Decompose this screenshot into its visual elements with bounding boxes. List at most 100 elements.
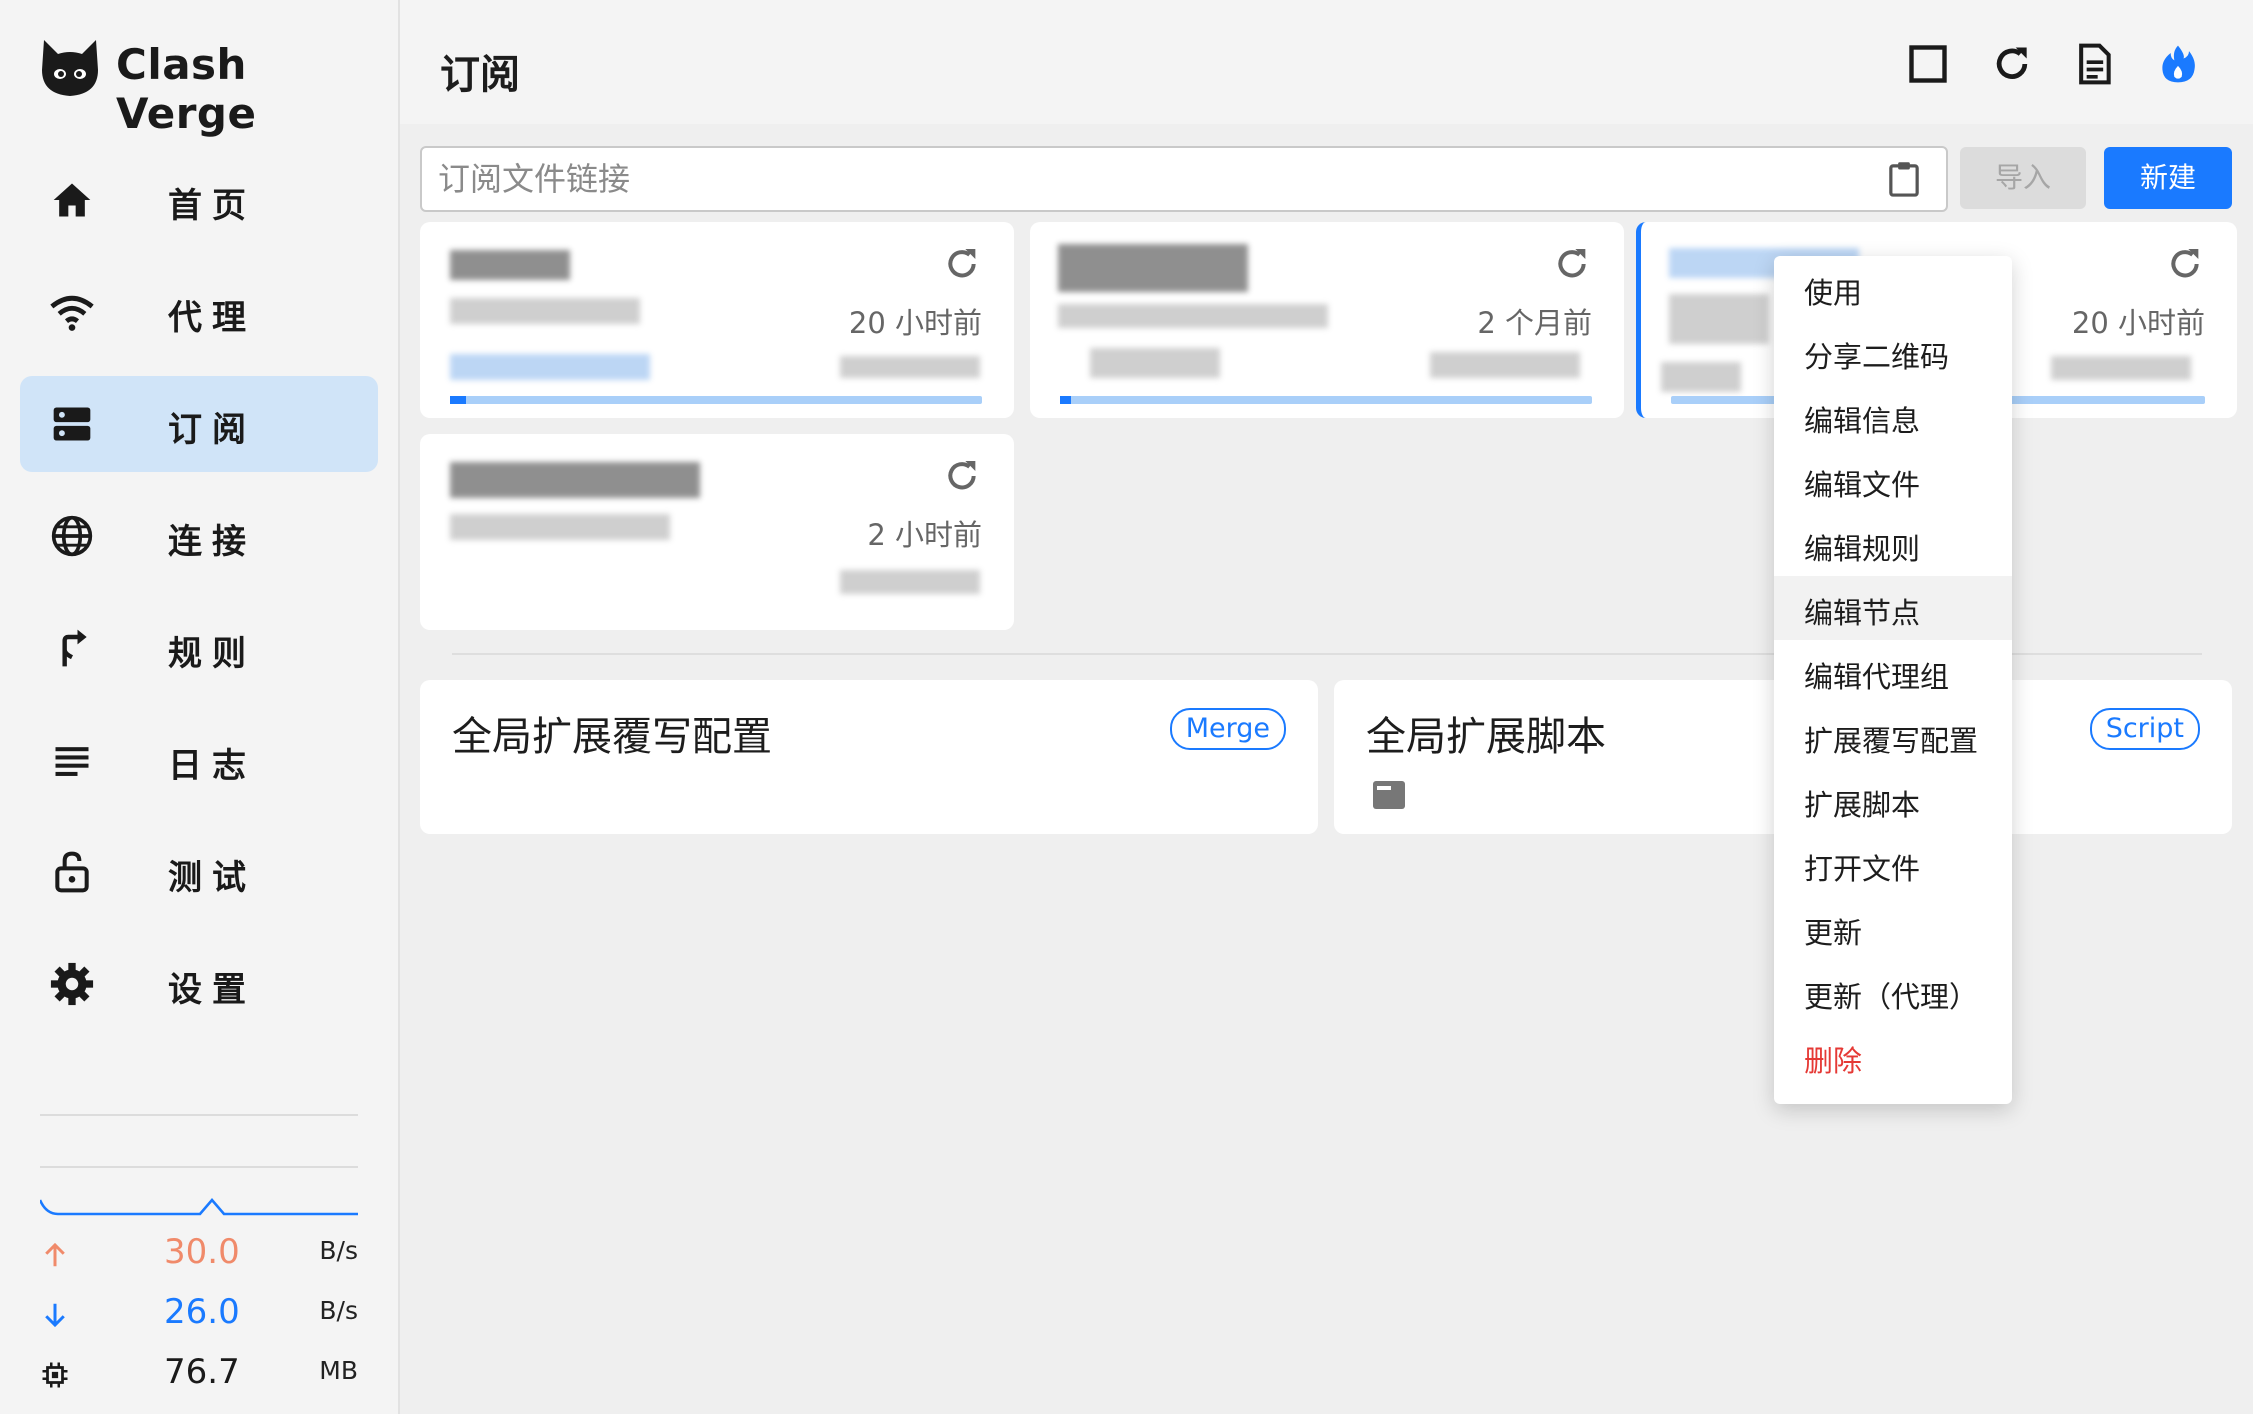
lock-open-icon (55, 851, 89, 893)
arrow-up-icon (45, 1242, 65, 1267)
memory-value: 76.7 (164, 1352, 240, 1392)
refresh-icon[interactable] (1990, 42, 2034, 86)
profile-updated-time: 20 小时前 (848, 306, 982, 340)
nav-item-home[interactable]: 首页 (20, 152, 378, 248)
menu-item-label: 打开文件 (1804, 852, 1921, 886)
traffic-graph (40, 1198, 358, 1216)
gear-icon (50, 962, 94, 1006)
nav-label: 首页 (168, 186, 256, 226)
refresh-icon[interactable] (2165, 244, 2205, 284)
nav-item-proxy[interactable]: 代理 (20, 264, 378, 360)
flame-icon[interactable] (2156, 42, 2200, 86)
menu-item-update-proxy[interactable]: 更新（代理） (1774, 960, 2012, 1024)
redacted-host (1058, 304, 1328, 328)
menu-item-edit-file[interactable]: 编辑文件 (1774, 448, 2012, 512)
sidebar-divider (40, 1166, 358, 1168)
nav-item-connections[interactable]: 连接 (20, 488, 378, 584)
menu-item-edit-rules[interactable]: 编辑规则 (1774, 512, 2012, 576)
subscription-url-input[interactable] (436, 156, 1880, 202)
profile-card[interactable]: 2 小时前 (420, 434, 1014, 630)
memory-usage: 76.7 MB (40, 1352, 358, 1400)
menu-item-open-file[interactable]: 打开文件 (1774, 832, 2012, 896)
app-title: Clash Verge (116, 40, 257, 138)
refresh-icon[interactable] (1552, 244, 1592, 284)
menu-item-delete[interactable]: 删除 (1774, 1024, 2012, 1088)
menu-item-label: 编辑代理组 (1804, 660, 1950, 694)
usage-progress-fill (450, 396, 466, 404)
script-tag: Script (2089, 708, 2200, 750)
merge-tag: Merge (1169, 708, 1286, 750)
usage-progress-bar (1060, 396, 1592, 404)
menu-item-share-qr[interactable]: 分享二维码 (1774, 320, 2012, 384)
context-menu: 使用 分享二维码 编辑信息 编辑文件 编辑规则 编辑节点 编辑代理组 扩展覆写配… (1774, 256, 2012, 1104)
clipboard-paste-icon[interactable] (1886, 160, 1922, 198)
profile-updated-time: 2 小时前 (867, 518, 982, 552)
menu-item-use[interactable]: 使用 (1774, 256, 2012, 320)
profile-updated-time: 2 个月前 (1477, 306, 1592, 340)
arrow-down-icon (45, 1303, 65, 1328)
download-value: 26.0 (164, 1292, 240, 1332)
profile-updated-time: 20 小时前 (2071, 306, 2205, 340)
ext-title: 全局扩展覆写配置 (452, 714, 772, 760)
menu-item-edit-info[interactable]: 编辑信息 (1774, 384, 2012, 448)
nav-item-settings[interactable]: 设置 (20, 936, 378, 1032)
memory-unit: MB (319, 1356, 358, 1385)
global-merge-card[interactable]: 全局扩展覆写配置 Merge (420, 680, 1318, 834)
redacted-name (450, 250, 570, 280)
nav-label: 订阅 (168, 410, 256, 450)
menu-item-ext-script[interactable]: 扩展脚本 (1774, 768, 2012, 832)
upload-value: 30.0 (164, 1232, 240, 1272)
menu-item-label: 更新（代理） (1804, 980, 1979, 1014)
redacted-host (1669, 294, 1769, 344)
menu-item-label: 编辑规则 (1804, 532, 1921, 566)
wifi-icon (50, 295, 94, 331)
page-title: 订阅 (440, 52, 520, 98)
refresh-icon[interactable] (942, 244, 982, 284)
square-icon[interactable] (1906, 42, 1950, 86)
document-icon[interactable] (2072, 42, 2116, 86)
nav-label: 代理 (168, 298, 256, 338)
redacted-name (450, 462, 700, 498)
nav-label: 规则 (168, 634, 256, 674)
memory-chip-icon (42, 1362, 68, 1388)
redacted-usage (1090, 348, 1220, 378)
nav-item-rules[interactable]: 规则 (20, 600, 378, 696)
menu-item-ext-merge[interactable]: 扩展覆写配置 (1774, 704, 2012, 768)
redacted-usage (1661, 362, 1741, 392)
download-unit: B/s (319, 1296, 358, 1325)
menu-item-label: 分享二维码 (1804, 340, 1950, 374)
menu-item-label: 编辑文件 (1804, 468, 1921, 502)
file-doc-icon (1373, 781, 1405, 809)
usage-progress-fill (1060, 396, 1071, 404)
menu-item-edit-nodes[interactable]: 编辑节点 (1774, 576, 2012, 640)
sidebar-divider (40, 1114, 358, 1116)
profile-card[interactable]: 20 小时前 (420, 222, 1014, 418)
menu-item-label: 编辑信息 (1804, 404, 1921, 438)
nav-item-test[interactable]: 测试 (20, 824, 378, 920)
nav-label: 测试 (168, 858, 256, 898)
upload-speed: 30.0 B/s (40, 1232, 358, 1280)
redacted-expire (840, 356, 980, 378)
nav-item-logs[interactable]: 日志 (20, 712, 378, 808)
profile-card[interactable]: 2 个月前 (1030, 222, 1624, 418)
redacted-host (450, 514, 670, 540)
redacted-name (1058, 244, 1248, 292)
sidebar: Clash Verge 首页 代理 订阅 连接 规则 日志 测试 设置 30.0… (0, 0, 400, 1414)
subscription-url-field[interactable] (420, 146, 1948, 212)
download-speed: 26.0 B/s (40, 1292, 358, 1340)
cat-logo-icon (42, 40, 98, 96)
menu-item-label: 扩展脚本 (1804, 788, 1921, 822)
menu-item-label: 更新 (1804, 916, 1863, 950)
import-button[interactable]: 导入 (1960, 147, 2086, 209)
menu-item-edit-groups[interactable]: 编辑代理组 (1774, 640, 2012, 704)
redacted-usage (450, 354, 650, 380)
list-lines-icon (55, 747, 89, 776)
nav-item-profiles[interactable]: 订阅 (20, 376, 378, 472)
refresh-icon[interactable] (942, 456, 982, 496)
menu-item-update[interactable]: 更新 (1774, 896, 2012, 960)
nav-label: 连接 (168, 522, 256, 562)
menu-item-label: 扩展覆写配置 (1804, 724, 1979, 758)
new-profile-button[interactable]: 新建 (2104, 147, 2232, 209)
redacted-expire (2051, 356, 2191, 380)
globe-icon (51, 515, 93, 557)
